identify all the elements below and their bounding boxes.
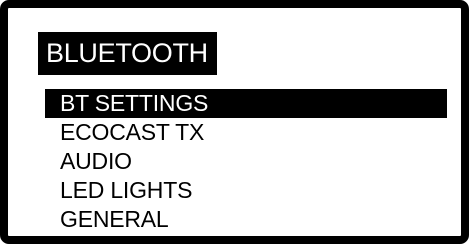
menu-item-bt-settings[interactable]: BT SETTINGS: [45, 89, 447, 118]
menu-item-audio[interactable]: AUDIO: [45, 147, 447, 176]
menu-list: BT SETTINGS ECOCAST TX AUDIO LED LIGHTS …: [45, 89, 447, 234]
menu-item-led-lights[interactable]: LED LIGHTS: [45, 176, 447, 205]
menu-item-general[interactable]: GENERAL: [45, 205, 447, 234]
lcd-display-frame: BLUETOOTH BT SETTINGS ECOCAST TX AUDIO L…: [0, 0, 469, 244]
menu-item-ecocast-tx[interactable]: ECOCAST TX: [45, 118, 447, 147]
screen-title: BLUETOOTH: [38, 32, 217, 75]
